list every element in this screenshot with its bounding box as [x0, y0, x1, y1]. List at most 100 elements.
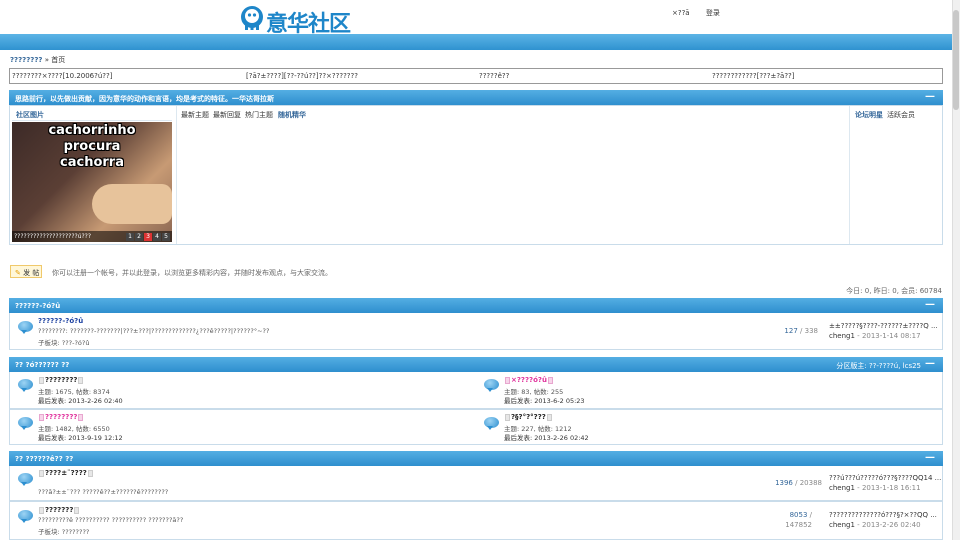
- collapse-icon[interactable]: —: [925, 299, 935, 310]
- pager-dot[interactable]: 4: [153, 233, 161, 241]
- tab-hot-topics[interactable]: 热门主题: [245, 110, 273, 120]
- site-stats: 今日: 0, 昨日: 0, 会员: 60784: [846, 287, 942, 295]
- forum-bubble-icon: [18, 379, 33, 392]
- new-post-label: 发 帖: [23, 269, 40, 277]
- forum-bubble-icon: [18, 417, 33, 430]
- forum-subboards[interactable]: 子板块: ???-?ó?û: [38, 337, 89, 347]
- pager-dot-active[interactable]: 3: [144, 233, 152, 241]
- featured-motto: 思路前行，以先做出贡献，因为意华的动作和言语，均是考式的特征。一华达哥拉斯: [15, 95, 274, 103]
- breadcrumb-sep: »: [44, 56, 50, 64]
- square-icon: [39, 506, 44, 514]
- post-count: 147852: [785, 521, 812, 529]
- forum-title[interactable]: ×????ó?û: [504, 376, 554, 384]
- section-title[interactable]: ?? ?ó?????? ??: [15, 361, 69, 369]
- scrollbar-thumb[interactable]: [953, 10, 959, 110]
- last-post-title[interactable]: ???ú???ú?????ó???§????QQ14 ...: [829, 474, 941, 482]
- section-header[interactable]: ??????-?ó?û —: [9, 298, 943, 313]
- section-header[interactable]: ?? ?ó?????? ?? 分区版主: ??-????ú, lcs25 —: [9, 357, 943, 372]
- collapse-icon[interactable]: —: [925, 452, 935, 463]
- photo-slideshow[interactable]: cachorrinho procura cachorra ???????????…: [12, 122, 172, 242]
- forum-grid-row: ???????? 主题: 1675, 帖数: 8374 最后发表: 2013-2…: [9, 372, 943, 409]
- pager-dot[interactable]: 5: [162, 233, 170, 241]
- square-icon: [87, 469, 93, 477]
- forum-desc: ?????????ê ?????????? ?????????? ???????…: [38, 516, 184, 524]
- section-moderators[interactable]: 分区版主: ??-????ú, lcs25: [836, 361, 921, 371]
- forum-counts: 127 / 338: [784, 327, 818, 335]
- square-icon: [546, 413, 552, 421]
- forum-bubble-icon: [18, 321, 33, 334]
- divider: [849, 106, 850, 244]
- tab-active-members[interactable]: 活跃会员: [887, 110, 915, 120]
- forum-title[interactable]: ????????: [38, 413, 84, 421]
- forum-row: ??????? ?????????ê ?????????? ??????????…: [9, 501, 943, 540]
- logo-mascot-icon: [241, 6, 263, 30]
- forum-title[interactable]: ??????-?ó?û: [38, 317, 83, 325]
- photo-text-line: cachorra: [60, 155, 124, 170]
- pager-dot[interactable]: 1: [126, 233, 134, 241]
- forum-desc: ????????: ???????-???????|???±???|??????…: [38, 327, 270, 335]
- forum-title[interactable]: ?§?°?°???: [504, 413, 553, 421]
- last-post-title[interactable]: ??????????????ó???§?×??QQ ...: [829, 511, 937, 519]
- tab-community-photos[interactable]: 社区图片: [16, 110, 44, 120]
- tab-forum-stars[interactable]: 论坛明星: [855, 110, 883, 120]
- forum-title[interactable]: ????????: [38, 376, 84, 384]
- last-post-user[interactable]: cheng1: [829, 521, 855, 529]
- square-icon: [78, 376, 84, 384]
- forum-bubble-icon: [484, 379, 499, 392]
- last-post-meta: cheng1 - 2013-1-18 16:11: [829, 484, 921, 492]
- forum-subboards[interactable]: 子板块: ????????: [38, 526, 89, 536]
- forum-last-post: 最后发表: 2013-2-26 02:42: [504, 434, 589, 442]
- top-links: ×??ā 登录: [672, 8, 734, 18]
- section-title[interactable]: ?? ??????ê?? ??: [15, 455, 73, 463]
- post-count: 20388: [799, 479, 822, 487]
- square-icon: [39, 413, 44, 421]
- last-post-date: 2013-2-26 02:40: [861, 521, 921, 529]
- forum-row: ??????-?ó?û ????????: ???????-???????|??…: [9, 313, 943, 350]
- register-invite: 你可以注册一个帐号，并以此登录，以浏览更多精彩内容，并随时发布观点，与大家交流。: [52, 269, 332, 277]
- section-title[interactable]: ??????-?ó?û: [15, 302, 60, 310]
- photo-subject: [92, 184, 172, 224]
- last-post-title[interactable]: ±±?????§????-??????±????Q ...: [829, 322, 938, 330]
- announcement-bar: ????????×????[10.2006?ú??] [?ā?±????][??…: [9, 68, 943, 84]
- login-link[interactable]: 登录: [706, 9, 720, 17]
- breadcrumb-home[interactable]: ????????: [10, 56, 42, 64]
- square-icon: [39, 376, 44, 384]
- register-link[interactable]: ×??ā: [672, 9, 690, 17]
- announcement-item[interactable]: ????????????[???±?ā??]: [712, 72, 795, 80]
- breadcrumb-current: 首页: [51, 56, 66, 64]
- square-icon: [547, 376, 553, 384]
- forum-counts: 1396 / 20388: [775, 479, 822, 487]
- tab-latest-topics[interactable]: 最新主题: [181, 110, 209, 120]
- divider: [12, 120, 172, 121]
- site-logo[interactable]: 意华社区: [238, 3, 356, 37]
- collapse-icon[interactable]: —: [925, 91, 935, 102]
- last-post-meta: cheng1 - 2013-1-14 08:17: [829, 332, 921, 340]
- announcement-item[interactable]: ?????ê??: [479, 72, 509, 80]
- collapse-icon[interactable]: —: [925, 358, 935, 369]
- forum-last-post: 最后发表: 2013-9-19 12:12: [38, 434, 123, 442]
- breadcrumb: ???????? » 首页: [10, 55, 65, 65]
- thread-count: 1396: [775, 479, 793, 487]
- tab-latest-replies[interactable]: 最新回复: [213, 110, 241, 120]
- last-post-user[interactable]: cheng1: [829, 484, 855, 492]
- forum-desc: ???ā?±±¨??? ?????ê??±??????ê????????: [38, 488, 169, 496]
- announcement-item[interactable]: ????????×????[10.2006?ú??]: [12, 72, 112, 80]
- last-post-user[interactable]: cheng1: [829, 332, 855, 340]
- forum-row: ????±¨???? ???ā?±±¨??? ?????ê??±??????ê?…: [9, 466, 943, 501]
- announcement-item[interactable]: [?ā?±????][??-??ú??]??×???????: [246, 72, 358, 80]
- pager-dot[interactable]: 2: [135, 233, 143, 241]
- last-post-date: 2013-1-14 08:17: [861, 332, 921, 340]
- nav-band: [0, 34, 952, 50]
- last-post-date: 2013-1-18 16:11: [861, 484, 921, 492]
- pencil-icon: ✎: [15, 269, 21, 277]
- forum-title[interactable]: ????±¨????: [38, 469, 94, 477]
- photo-text-line: procura: [63, 139, 121, 154]
- forum-title[interactable]: ???????: [38, 506, 80, 514]
- thread-count: 127: [784, 327, 798, 335]
- tab-random-digest[interactable]: 随机精华: [278, 110, 306, 120]
- thread-count: 8053 /: [789, 511, 812, 519]
- forum-last-post: 最后发表: 2013-6-2 05:23: [504, 397, 585, 405]
- square-icon: [78, 413, 84, 421]
- new-post-button[interactable]: ✎ 发 帖: [10, 265, 42, 278]
- section-header[interactable]: ?? ??????ê?? ?? —: [9, 451, 943, 466]
